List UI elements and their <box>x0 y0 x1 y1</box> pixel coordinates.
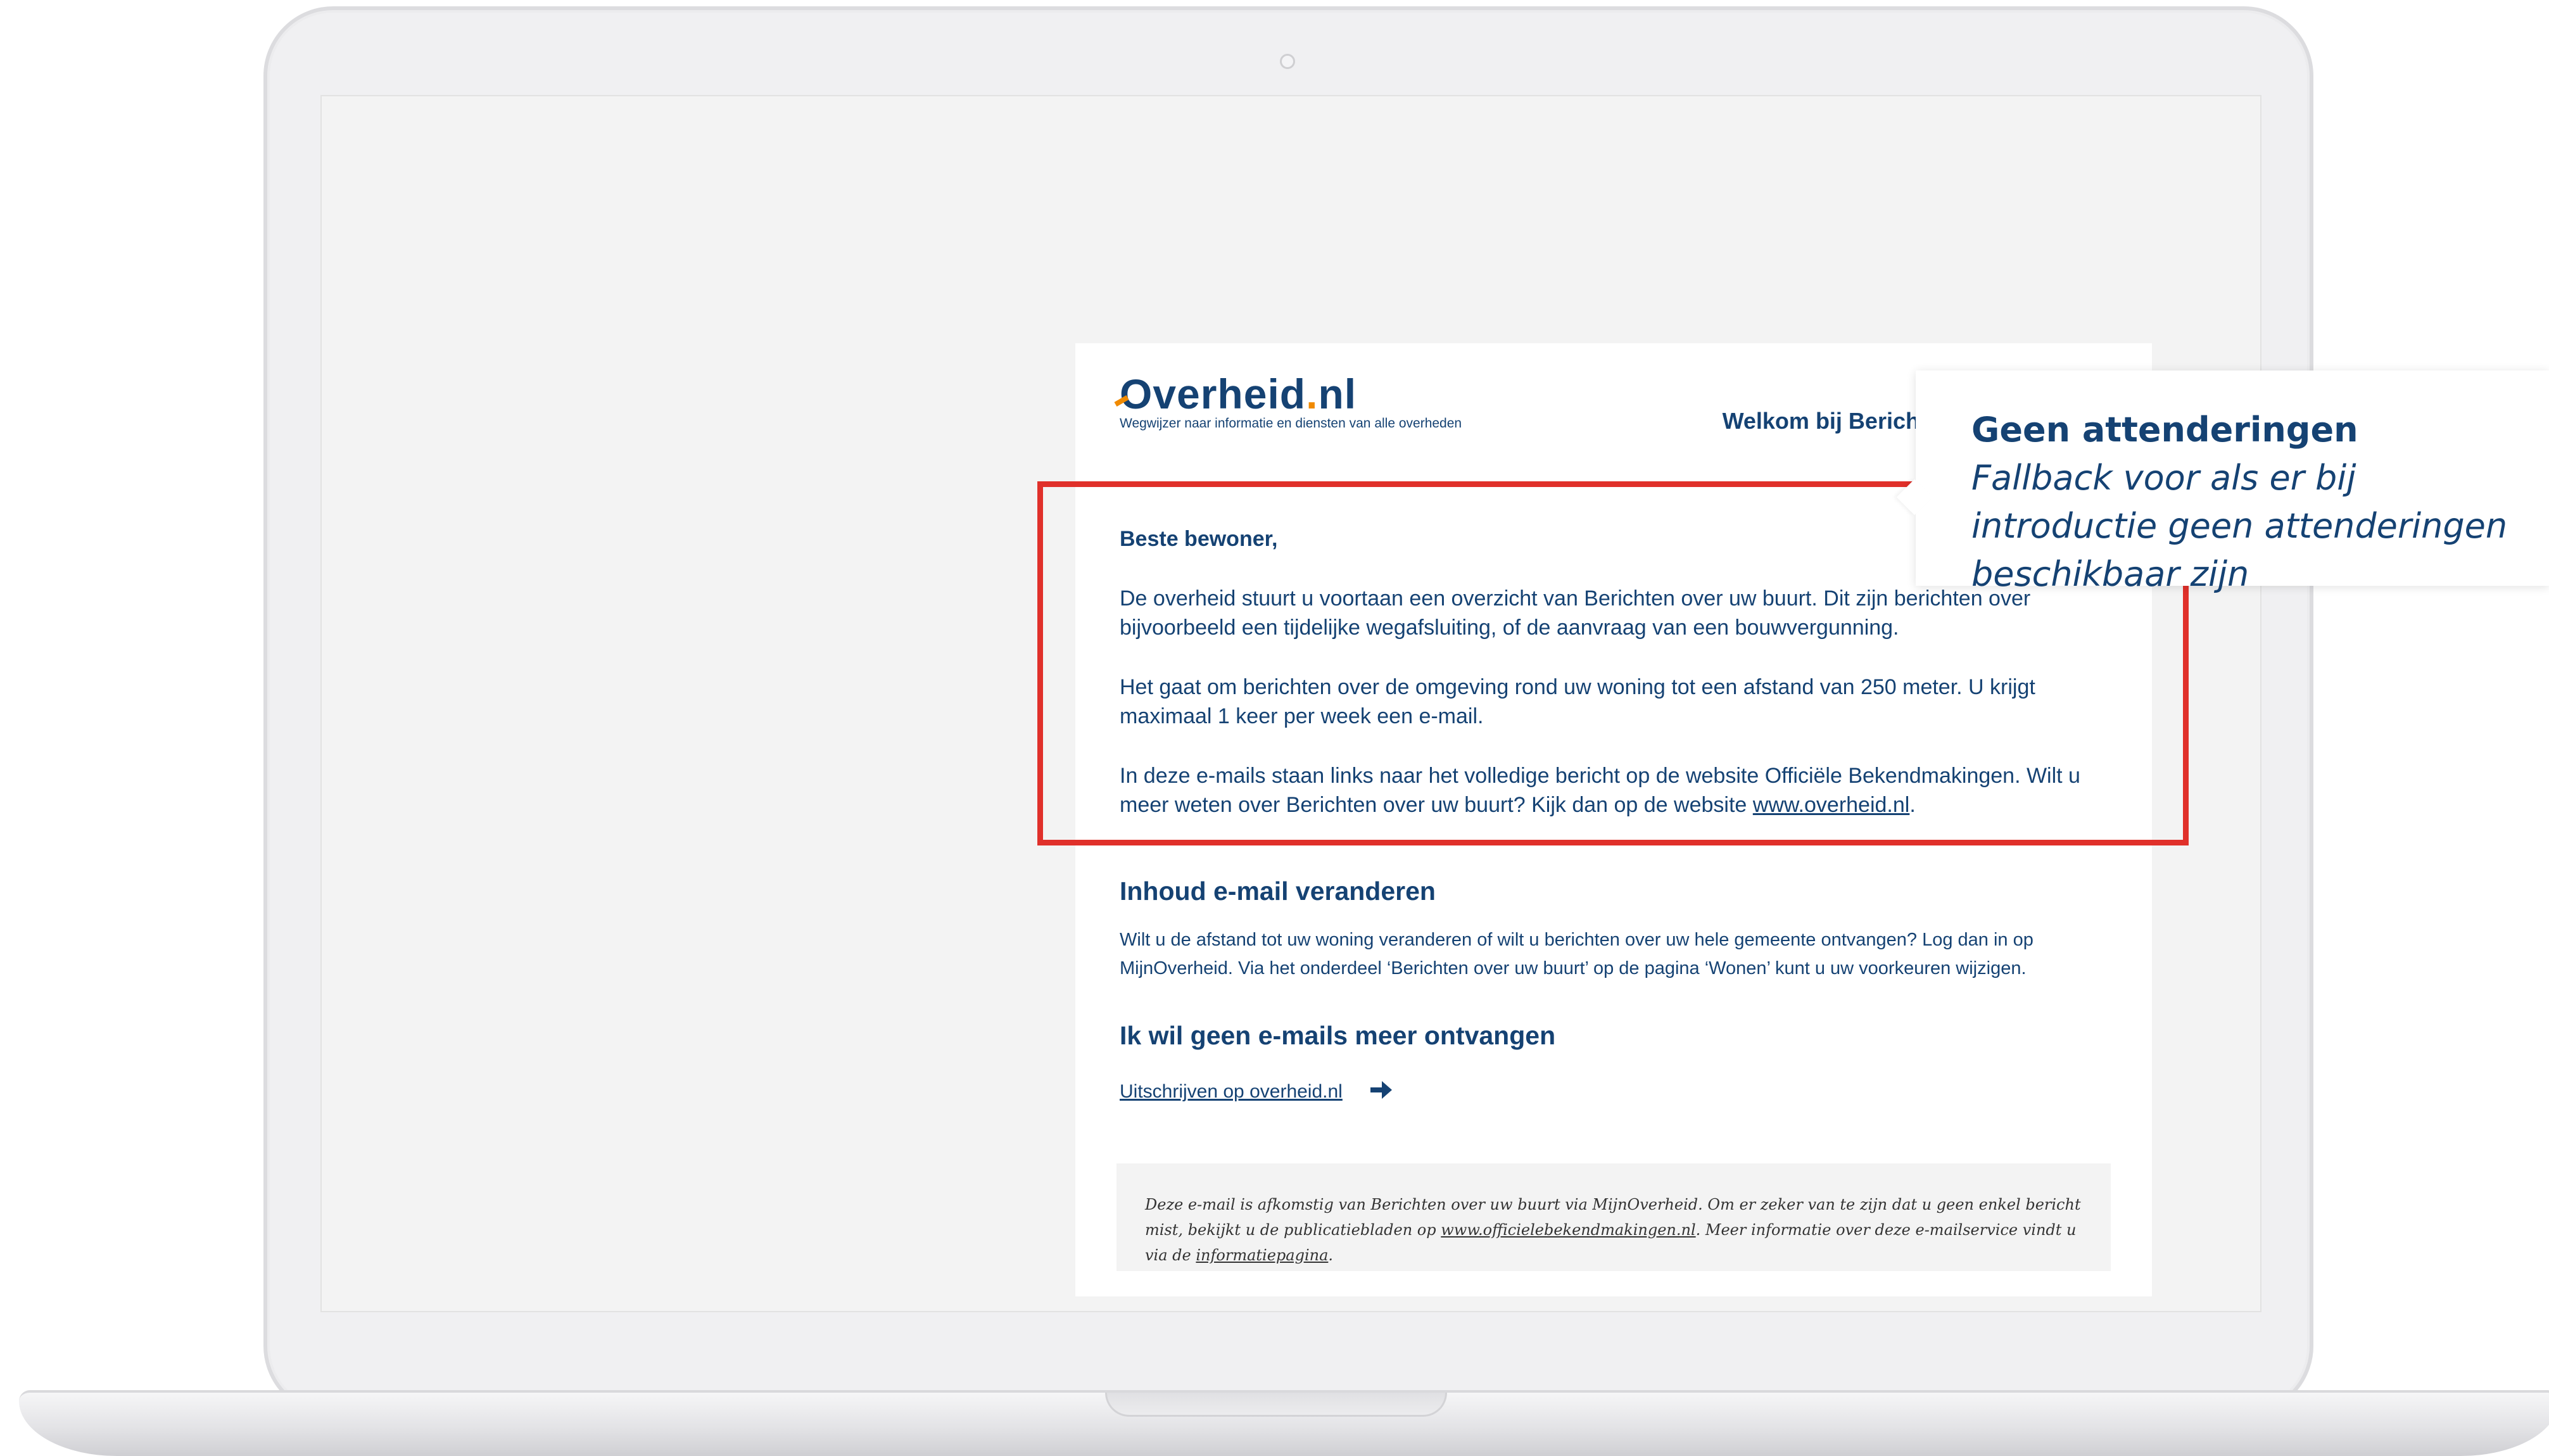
logo-tagline: Wegwijzer naar informatie en diensten va… <box>1120 416 1462 431</box>
logo-dot: . <box>1306 370 1319 417</box>
email-footer: Deze e-mail is afkomstig van Berichten o… <box>1116 1163 2111 1271</box>
paragraph3-prefix: In deze e-mails staan links naar het vol… <box>1120 764 2080 817</box>
annotation-card: Geen attenderingen Fallback voor als er … <box>1896 370 2549 594</box>
unsubscribe-link[interactable]: Uitschrijven op overheid.nl <box>1120 1081 1343 1103</box>
greeting: Beste bewoner, <box>1120 527 1278 551</box>
section-text-change-content: Wilt u de afstand tot uw woning verander… <box>1120 930 2034 978</box>
annotation-body: Fallback voor als er bij introductie gee… <box>1971 458 2508 594</box>
logo-suffix: nl <box>1318 370 1357 417</box>
overheid-logo: Overheid.nl <box>1120 370 1357 418</box>
laptop-screen: Overheid.nl Wegwijzer naar informatie en… <box>320 95 2261 1312</box>
annotation-title: Geen attenderingen <box>1971 410 2358 450</box>
laptop-notch <box>1105 1393 1447 1417</box>
informatiepagina-link[interactable]: informatiepagina <box>1196 1246 1328 1264</box>
footer-suffix: . <box>1328 1246 1334 1264</box>
intro-paragraph-2: Het gaat om berichten over de omgeving r… <box>1120 675 2035 728</box>
officielebekendmakingen-link[interactable]: www.officielebekendmakingen.nl <box>1441 1221 1695 1239</box>
logo-text: Overheid <box>1120 370 1306 417</box>
footer-text: Deze e-mail is afkomstig van Berichten o… <box>1145 1192 2089 1268</box>
intro-paragraph-3: In deze e-mails staan links naar het vol… <box>1120 761 2108 820</box>
section-title-change-content: Inhoud e-mail veranderen <box>1120 877 1436 906</box>
overheid-link[interactable]: www.overheid.nl <box>1753 793 1910 817</box>
arrow-right-icon[interactable] <box>1367 1076 1395 1104</box>
paragraph3-suffix: . <box>1909 793 1916 817</box>
section-title-unsubscribe: Ik wil geen e-mails meer ontvangen <box>1120 1021 1556 1050</box>
camera-icon <box>1280 54 1295 69</box>
intro-paragraph-1: De overheid stuurt u voortaan een overzi… <box>1120 586 2031 640</box>
